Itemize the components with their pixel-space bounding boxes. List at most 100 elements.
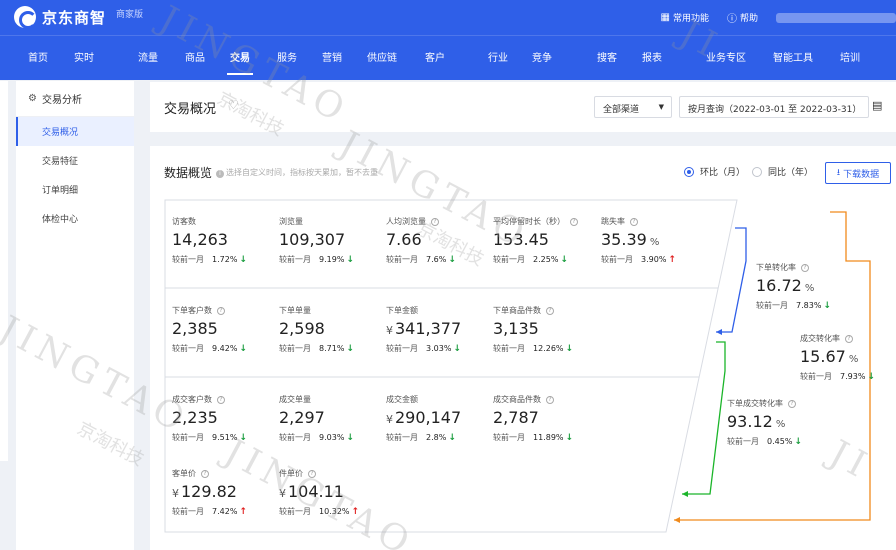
metric-comparison: 较前一月 1.72% ↓ — [172, 254, 277, 265]
nav-item[interactable]: 搜客 — [597, 49, 617, 64]
arrow-down-icon: ↓ — [867, 371, 875, 382]
nav-item[interactable]: 培训 — [840, 49, 860, 64]
help-question-icon[interactable]: ? — [845, 334, 853, 343]
comparison-label: 较前一月 — [386, 433, 418, 442]
metric-value-number: 129.82 — [181, 482, 237, 501]
nav-item[interactable]: 行业 — [488, 49, 508, 64]
metric-label: 下单转化率? — [756, 262, 861, 273]
top-header: 京东商智 商家版 ▦ 常用功能 ⓘ 帮助 — [0, 0, 896, 35]
metric-value-number: 2,385 — [172, 319, 218, 338]
nav-item[interactable]: 营销 — [322, 49, 342, 64]
comparison-label: 较前一月 — [493, 344, 525, 353]
help-question-icon[interactable]: ? — [431, 217, 439, 226]
help-question-icon[interactable]: ? — [546, 395, 554, 404]
download-button[interactable]: ⭳ 下载数据 — [825, 162, 891, 184]
metric-value: ¥104.11 — [279, 482, 384, 501]
user-account-blurred[interactable] — [776, 12, 896, 23]
metric-label-text: 成交单量 — [279, 395, 311, 404]
metric-value: 14,263 — [172, 230, 277, 249]
nav-item[interactable]: 交易 — [227, 49, 253, 75]
comparison-label: 较前一月 — [800, 372, 832, 381]
metric-value: ¥129.82 — [172, 482, 277, 501]
comparison-label: 较前一月 — [279, 507, 311, 516]
metric-currency: ¥ — [279, 487, 286, 500]
help-question-icon[interactable]: ? — [308, 469, 316, 478]
nav-item[interactable]: 业务专区 — [706, 49, 746, 64]
common-functions-label: 常用功能 — [672, 14, 709, 24]
metric-label-text: 浏览量 — [279, 217, 303, 226]
metric-label: 下单商品件数? — [493, 305, 598, 316]
flow-arrow-green-head — [682, 491, 688, 497]
nav-item[interactable]: 供应链 — [367, 49, 397, 64]
radio-mom[interactable]: 环比（月） — [684, 165, 745, 178]
left-edge-panel — [0, 81, 8, 461]
help-button[interactable]: ⓘ 帮助 — [727, 10, 758, 25]
metric-comparison: 较前一月 7.6% ↓ — [386, 254, 491, 265]
metric-value-number: 93.12 — [727, 412, 773, 431]
metric-value: 35.39% — [601, 230, 706, 249]
side-menu-item[interactable]: 交易概况 — [16, 117, 134, 146]
metric-label: 成交客户数? — [172, 394, 277, 405]
comparison-percent: 9.51% — [212, 433, 238, 442]
nav-item[interactable]: 服务 — [277, 49, 297, 64]
metric-currency: ¥ — [172, 487, 179, 500]
arrow-down-icon: ↓ — [448, 254, 456, 265]
side-menu-item[interactable]: 体检中心 — [16, 204, 134, 233]
download-label: 下载数据 — [843, 169, 880, 180]
comparison-label: 较前一月 — [172, 507, 204, 516]
metric-value: 15.67% — [800, 347, 896, 366]
side-menu-heading[interactable]: ⚙ 交易分析 — [16, 81, 134, 117]
nav-item[interactable]: 流量 — [138, 49, 158, 64]
metric-value: 2,787 — [493, 408, 598, 427]
nav-item[interactable]: 智能工具 — [773, 49, 813, 64]
metric-currency: ¥ — [386, 324, 393, 337]
help-question-icon[interactable]: ? — [217, 306, 225, 315]
date-range-select[interactable]: 按月查询（2022-03-01 至 2022-03-31） — [679, 96, 869, 118]
calendar-icon[interactable]: ▤ — [872, 99, 882, 112]
metric-comparison: 较前一月 2.25% ↓ — [493, 254, 598, 265]
side-menu-item[interactable]: 订单明细 — [16, 175, 134, 204]
logo[interactable]: 京东商智 商家版 — [14, 6, 143, 29]
help-question-icon[interactable]: ? — [630, 217, 638, 226]
side-menu-item[interactable]: 交易特征 — [16, 146, 134, 175]
heart-icon[interactable]: ♡ — [228, 98, 239, 112]
radio-yoy[interactable]: 同比（年） — [752, 165, 813, 178]
metric-label-text: 下单单量 — [279, 306, 311, 315]
help-question-icon[interactable]: ? — [546, 306, 554, 315]
comparison-label: 较前一月 — [172, 255, 204, 264]
help-question-icon[interactable]: ? — [201, 469, 209, 478]
arrow-down-icon: ↓ — [794, 436, 802, 447]
nav-item[interactable]: 报表 — [642, 49, 662, 64]
metric-label-text: 件单价 — [279, 469, 303, 478]
channel-select[interactable]: 全部渠道 ▼ — [594, 96, 672, 118]
nav-item[interactable]: 实时 — [74, 49, 94, 64]
caret-down-icon: ▼ — [658, 103, 664, 111]
comparison-label: 较前一月 — [493, 433, 525, 442]
help-question-icon[interactable]: ? — [788, 399, 796, 408]
help-question-icon[interactable]: ? — [570, 217, 578, 226]
metric-label: 浏览量 — [279, 216, 384, 227]
nav-item[interactable]: 商品 — [185, 49, 205, 64]
flow-arrow-blue-head — [716, 329, 722, 335]
nav-item[interactable]: 客户 — [425, 49, 445, 64]
help-question-icon[interactable]: ? — [801, 263, 809, 272]
arrow-up-icon: ↑ — [239, 506, 247, 517]
metric-label: 跳失率? — [601, 216, 706, 227]
metric-card: 成交单量 2,297 较前一月 9.03% ↓ — [279, 394, 384, 443]
date-range-value: 按月查询（2022-03-01 至 2022-03-31） — [688, 105, 862, 115]
metric-label: 下单成交转化率? — [727, 398, 832, 409]
help-question-icon[interactable]: ? — [217, 395, 225, 404]
arrow-down-icon: ↓ — [560, 254, 568, 265]
comparison-percent: 10.32% — [319, 507, 350, 516]
metric-label-text: 平均停留时长（秒） — [493, 217, 565, 226]
metric-label-text: 下单商品件数 — [493, 306, 541, 315]
metric-card: 下单商品件数? 3,135 较前一月 12.26% ↓ — [493, 305, 598, 354]
metric-card: 成交客户数? 2,235 较前一月 9.51% ↓ — [172, 394, 277, 443]
nav-item[interactable]: 首页 — [28, 49, 48, 64]
comparison-label: 较前一月 — [172, 433, 204, 442]
metric-comparison: 较前一月 9.42% ↓ — [172, 343, 277, 354]
comparison-label: 较前一月 — [279, 433, 311, 442]
nav-item[interactable]: 竞争 — [532, 49, 552, 64]
common-functions-button[interactable]: ▦ 常用功能 — [661, 11, 709, 24]
comparison-label: 较前一月 — [601, 255, 633, 264]
